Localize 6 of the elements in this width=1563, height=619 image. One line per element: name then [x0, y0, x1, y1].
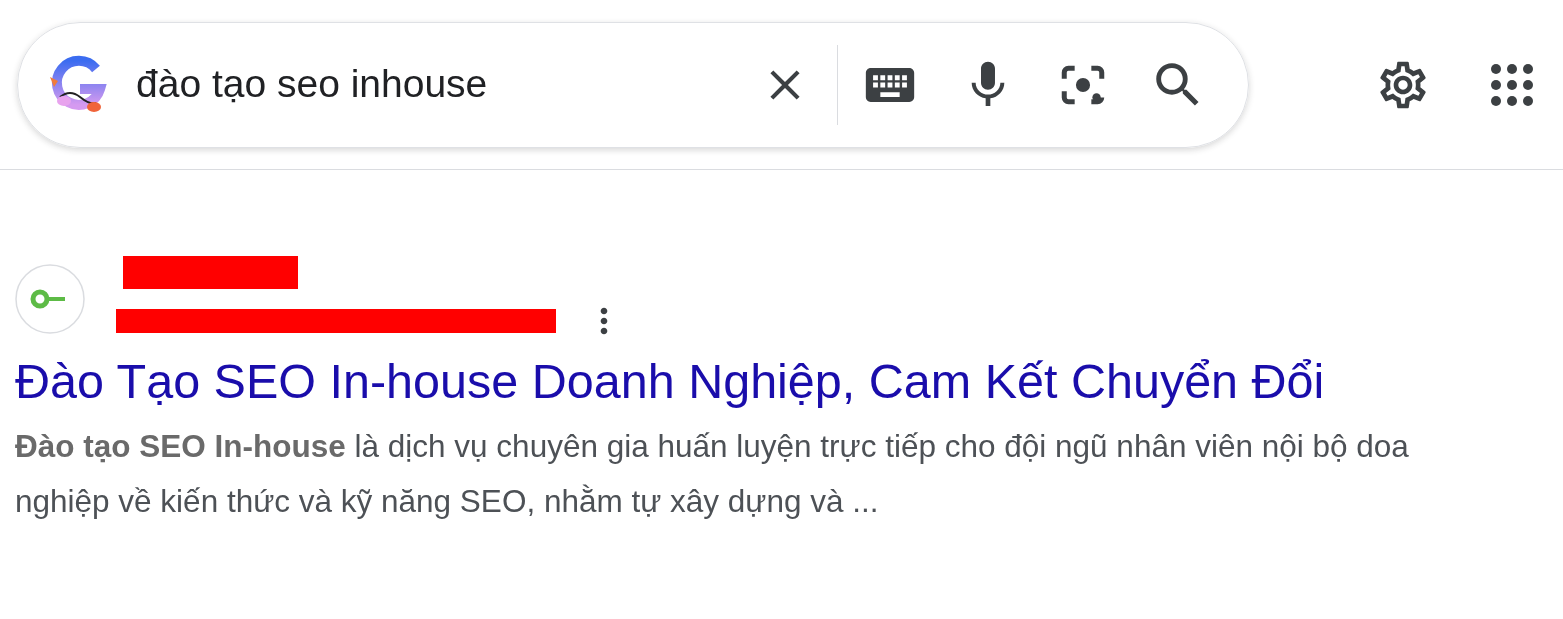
apps-grid-icon[interactable] [1491, 63, 1533, 106]
result-snippet: Đào tạo SEO In-house là dịch vụ chuyên gia huấn luyện trực tiếp cho đội ngũ nhân viên nội bộ doa [15, 427, 1410, 466]
result-snippet: nghiệp về kiến thức và kỹ năng SEO, nhằm tự xây dựng và ... [15, 482, 880, 521]
result-title[interactable]: Đào Tạo SEO In-house Doanh Nghiệp, Cam Kết Chuyển Đổi [15, 351, 1563, 411]
site-favicon-icon [15, 263, 85, 334]
search-field[interactable]: đào tạo seo inhouse [136, 55, 755, 114]
